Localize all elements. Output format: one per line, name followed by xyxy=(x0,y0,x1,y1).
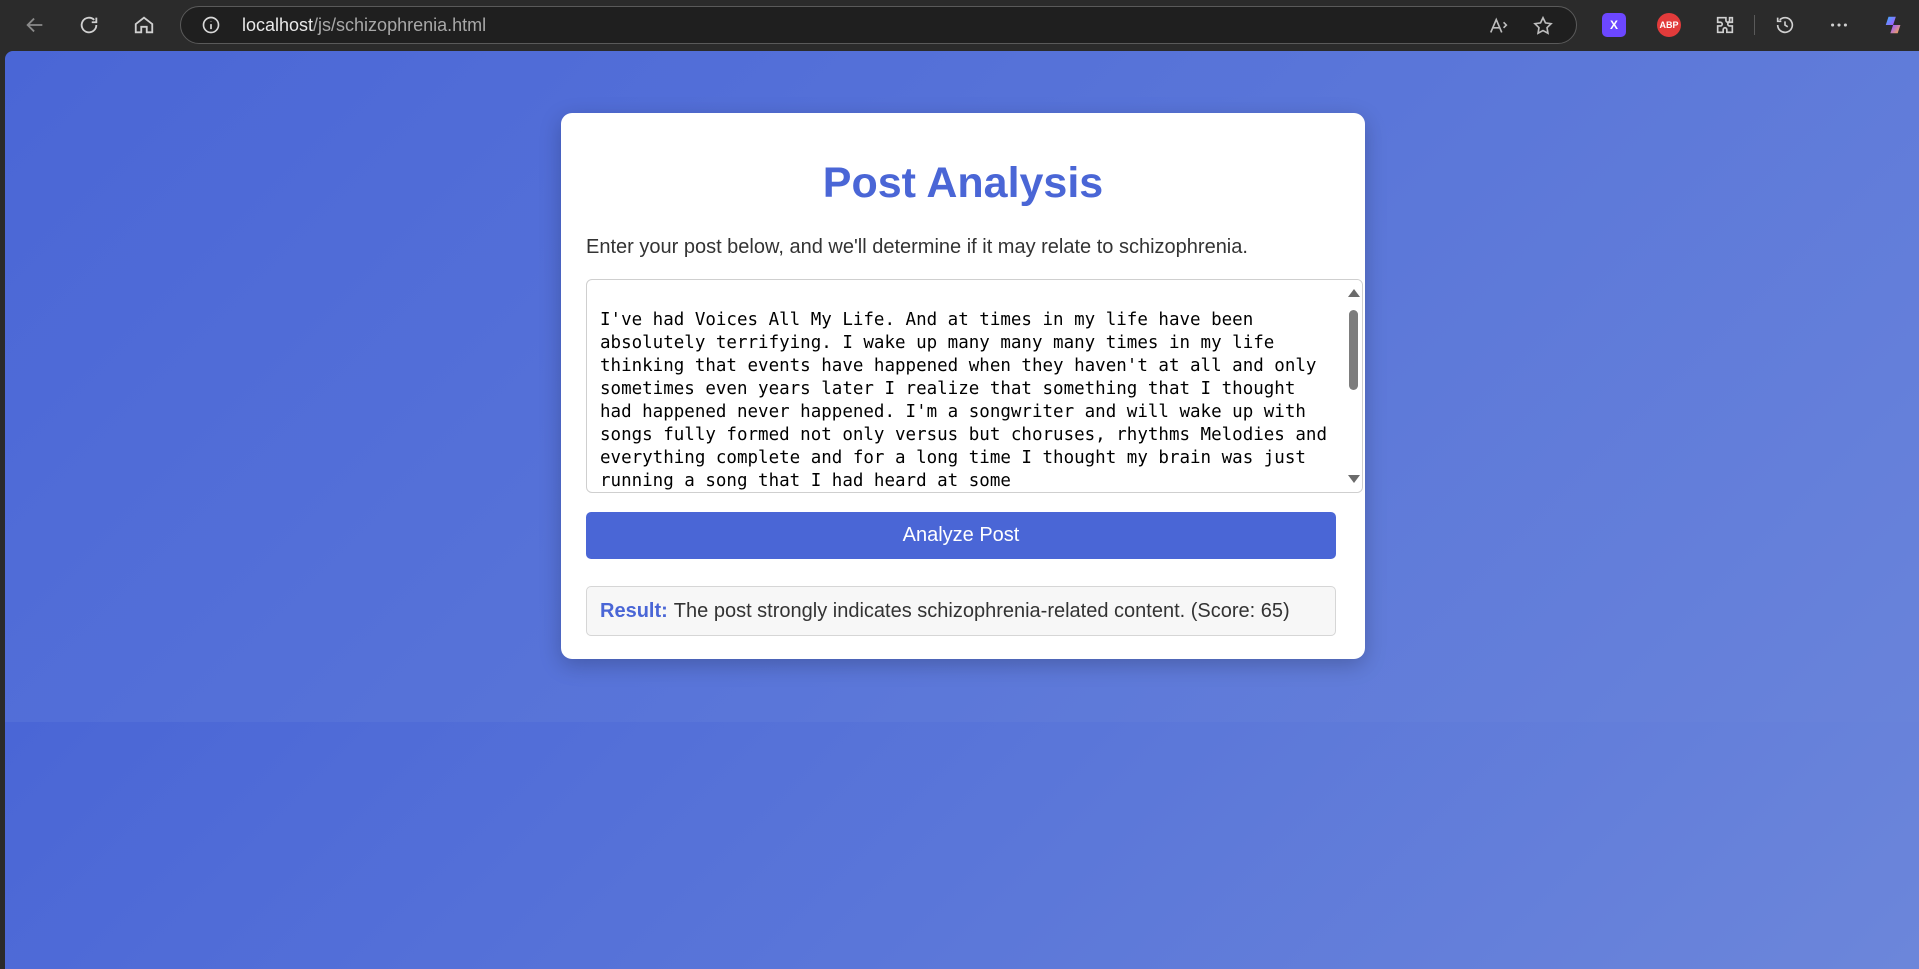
star-icon[interactable] xyxy=(1531,14,1555,38)
info-icon[interactable] xyxy=(201,15,221,35)
extension-abp-icon[interactable]: ABP xyxy=(1657,13,1681,37)
address-bar[interactable]: localhost/js/schizophrenia.html xyxy=(180,6,1577,44)
scroll-thumb[interactable] xyxy=(1349,310,1358,390)
analysis-card: Post Analysis Enter your post below, and… xyxy=(561,113,1365,659)
post-textarea-content[interactable]: I've had Voices All My Life. And at time… xyxy=(600,309,1335,492)
result-label: Result: xyxy=(600,599,668,622)
post-textarea[interactable]: I've had Voices All My Life. And at time… xyxy=(586,279,1363,493)
browser-toolbar: localhost/js/schizophrenia.html X ABP xyxy=(0,0,1919,50)
more-icon[interactable] xyxy=(1823,9,1855,41)
extension-abp-label: ABP xyxy=(1659,20,1679,30)
page-title: Post Analysis xyxy=(822,159,1104,207)
extension-x-icon[interactable]: X xyxy=(1602,13,1626,37)
scroll-up-arrow-icon[interactable] xyxy=(1348,289,1360,297)
result-box: Result: The post strongly indicates schi… xyxy=(586,586,1336,636)
result-text: The post strongly indicates schizophreni… xyxy=(673,599,1290,622)
history-icon[interactable] xyxy=(1769,9,1801,41)
back-arrow-icon[interactable] xyxy=(19,9,51,41)
textarea-scrollbar[interactable] xyxy=(1345,280,1362,492)
url-text[interactable]: localhost/js/schizophrenia.html xyxy=(242,7,486,43)
copilot-icon[interactable] xyxy=(1878,9,1910,41)
scroll-down-arrow-icon[interactable] xyxy=(1348,475,1360,483)
page-viewport: Post Analysis Enter your post below, and… xyxy=(5,51,1919,969)
page-background-lower xyxy=(5,722,1919,969)
refresh-icon[interactable] xyxy=(73,9,105,41)
page-subtitle: Enter your post below, and we'll determi… xyxy=(586,236,1248,258)
home-icon[interactable] xyxy=(128,9,160,41)
url-host: localhost xyxy=(242,15,314,35)
extension-x-label: X xyxy=(1609,18,1618,32)
toolbar-separator xyxy=(1754,15,1755,35)
puzzle-icon[interactable] xyxy=(1709,9,1741,41)
url-path: /js/schizophrenia.html xyxy=(313,15,487,35)
read-aloud-icon[interactable] xyxy=(1487,14,1511,38)
analyze-post-button[interactable]: Analyze Post xyxy=(586,512,1336,559)
